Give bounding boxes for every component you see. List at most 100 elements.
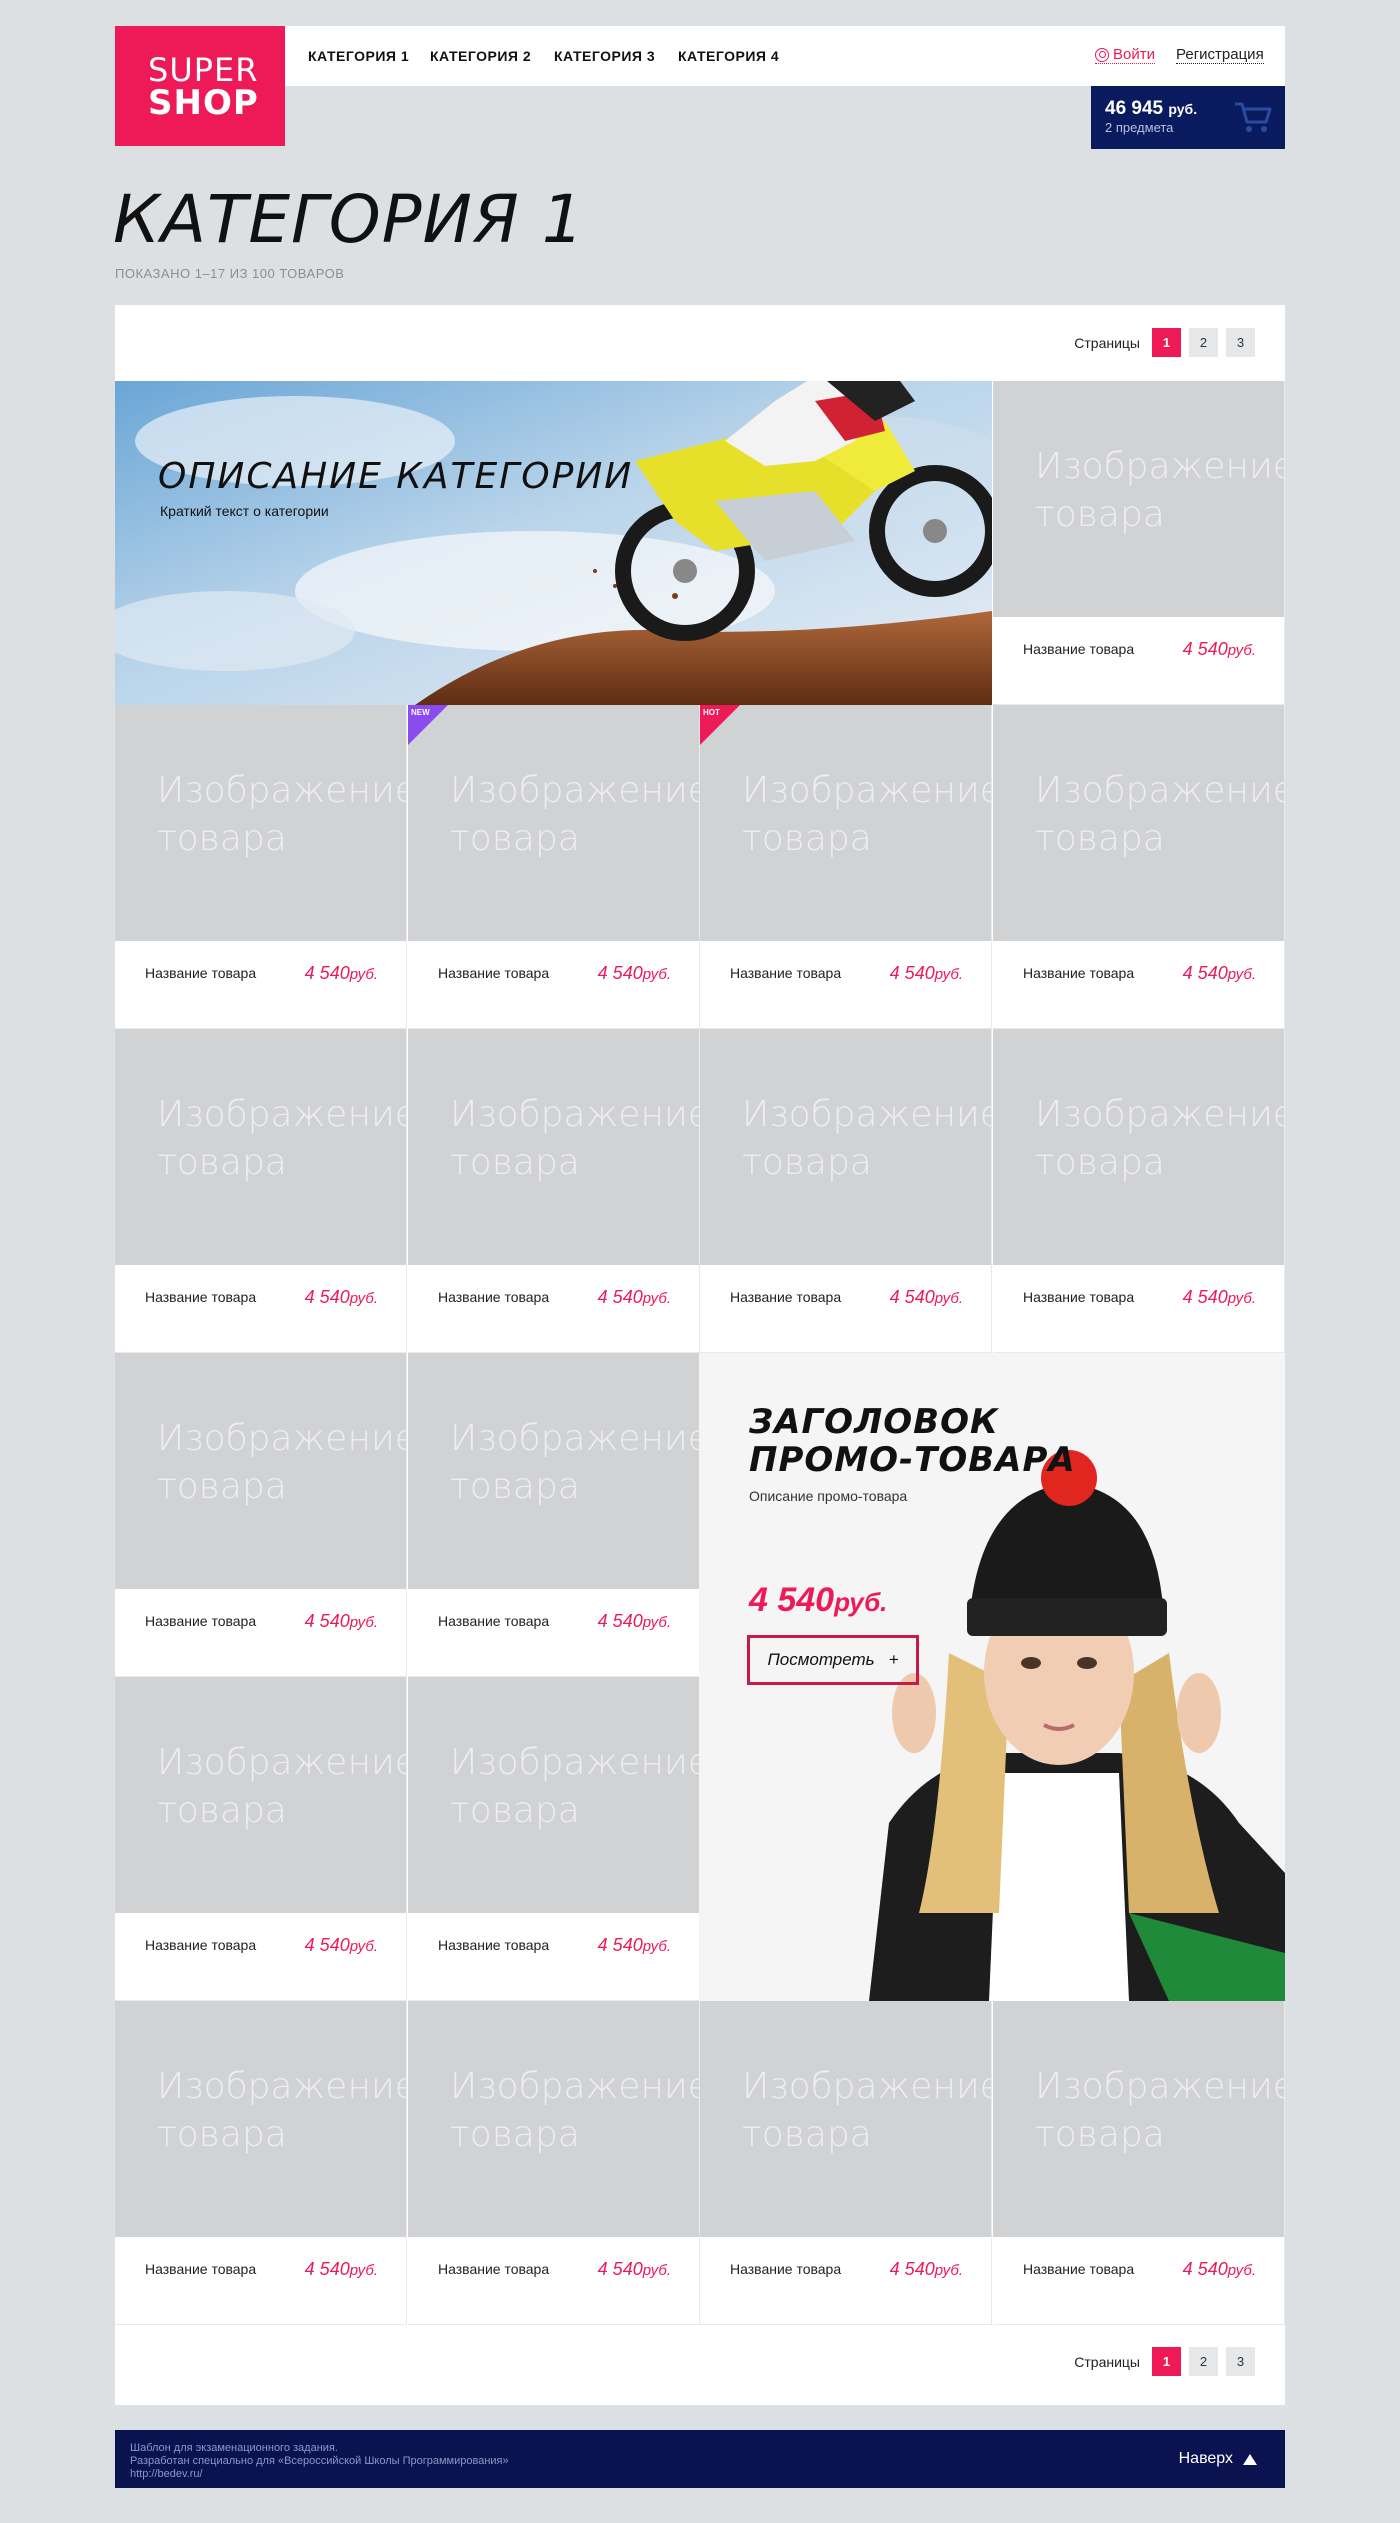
product-price: 4 540руб. (1182, 1287, 1256, 1307)
cart-total: 46 945 руб. (1105, 98, 1197, 120)
product-image-placeholder: Изображение товара (993, 705, 1284, 941)
hot-badge: HOT (700, 705, 740, 745)
cart-sum-value: 46 945 (1105, 98, 1164, 119)
product-image-placeholder: Изображение товара (408, 1029, 699, 1265)
cart-widget[interactable]: 46 945 руб. 2 предмета (1091, 86, 1285, 149)
product-name: Название товара (438, 2261, 550, 2277)
product-name: Название товара (145, 1937, 257, 1953)
product-price: 4 540руб. (304, 963, 378, 983)
product-card[interactable]: Изображение товара Название товара 4 540р… (115, 1029, 407, 1353)
product-price: 4 540руб. (889, 963, 963, 983)
category-banner[interactable]: ОПИСАНИЕ КАТЕГОРИИ Краткий текст о катег… (115, 381, 992, 705)
pagination-bottom: Страницы 1 2 3 (1074, 2347, 1255, 2376)
product-image-placeholder: Изображение товара (115, 2001, 406, 2237)
product-card[interactable]: Изображение товара NEW Название товара 4 … (408, 705, 700, 1029)
product-card[interactable]: Изображение товара Название товара 4 540р… (408, 1677, 700, 2001)
plus-icon: + (888, 1650, 899, 1669)
product-name: Название товара (1023, 2261, 1135, 2277)
footer-link[interactable]: http://bedev.ru/ (130, 2468, 509, 2481)
product-name: Название товара (1023, 641, 1135, 657)
product-image-placeholder: Изображение товара (115, 1029, 406, 1265)
footer-text: Шаблон для экзаменационного задания. Раз… (130, 2442, 509, 2481)
product-card[interactable]: Изображение товара HOT Название товара 4 … (700, 705, 992, 1029)
pagination-label: Страницы (1074, 334, 1140, 351)
page-3-button[interactable]: 3 (1226, 2347, 1255, 2376)
product-name: Название товара (438, 1289, 550, 1305)
product-card[interactable]: Изображение товара Название товара 4 540р… (993, 2001, 1285, 2325)
product-image-placeholder: Изображение товара (993, 1029, 1284, 1265)
product-card[interactable]: Изображение товара Название товара 4 540р… (115, 1353, 407, 1677)
product-name: Название товара (1023, 1289, 1135, 1305)
product-card[interactable]: Изображение товара Название товара 4 540р… (115, 705, 407, 1029)
product-card[interactable]: Изображение товара Название товара 4 540р… (408, 2001, 700, 2325)
product-name: Название товара (730, 965, 842, 981)
product-card[interactable]: Изображение товара Название товара 4 540р… (115, 1677, 407, 2001)
login-link[interactable]: Войти (1095, 46, 1155, 64)
product-price: 4 540руб. (889, 2259, 963, 2279)
product-card[interactable]: Изображение товара Название товара 4 540р… (700, 1029, 992, 1353)
product-card[interactable]: Изображение товара Название товара 4 540р… (408, 1353, 700, 1677)
view-promo-button[interactable]: Посмотреть + (747, 1635, 919, 1685)
new-badge: NEW (408, 705, 448, 745)
product-price: 4 540руб. (304, 1611, 378, 1631)
product-image-placeholder: Изображение товара (115, 705, 406, 941)
product-image-placeholder: Изображение товара (115, 1353, 406, 1589)
product-image-placeholder: Изображение товара (993, 2001, 1284, 2237)
product-name: Название товара (145, 1613, 257, 1629)
page-1-button[interactable]: 1 (1152, 328, 1181, 357)
product-card[interactable]: Изображение товара Название товара 4 540р… (115, 2001, 407, 2325)
product-price: 4 540руб. (889, 1287, 963, 1307)
product-image-placeholder: Изображение товара (700, 1029, 991, 1265)
product-image-placeholder: Изображение товара (115, 1677, 406, 1913)
product-card[interactable]: Изображение товара Название товара 4 540р… (408, 1029, 700, 1353)
pagination-label: Страницы (1074, 2353, 1140, 2370)
logo-line-2: SHOP (148, 83, 259, 123)
nav-category-4[interactable]: КАТЕГОРИЯ 4 (678, 48, 779, 64)
product-name: Название товара (438, 1937, 550, 1953)
login-label: Войти (1113, 46, 1155, 63)
product-name: Название товара (438, 1613, 550, 1629)
page-2-button[interactable]: 2 (1189, 2347, 1218, 2376)
product-card[interactable]: Изображение товара Название товара 4 540р… (993, 1029, 1285, 1353)
product-card[interactable]: Изображение товара Название товара 4 540р… (993, 381, 1285, 705)
page-2-button[interactable]: 2 (1189, 328, 1218, 357)
cart-item-count: 2 предмета (1105, 120, 1174, 135)
items-shown-count: ПОКАЗАНО 1–17 ИЗ 100 ТОВАРОВ (115, 266, 345, 281)
promo-block[interactable]: ЗАГОЛОВОК ПРОМО-ТОВАРА Описание промо-тов… (699, 1353, 1285, 2001)
pagination-top: Страницы 1 2 3 (1074, 328, 1255, 357)
banner-heading: ОПИСАНИЕ КАТЕГОРИИ (158, 456, 634, 497)
product-price: 4 540руб. (1182, 963, 1256, 983)
product-price: 4 540руб. (597, 1287, 671, 1307)
product-image-placeholder: Изображение товара (993, 381, 1284, 617)
product-name: Название товара (438, 965, 550, 981)
nav-category-1[interactable]: КАТЕГОРИЯ 1 (308, 48, 409, 64)
product-price: 4 540руб. (597, 963, 671, 983)
logo-line-1: SUPER (148, 51, 259, 89)
nav-category-3[interactable]: КАТЕГОРИЯ 3 (554, 48, 655, 64)
register-link[interactable]: Регистрация (1176, 46, 1264, 64)
page-1-button[interactable]: 1 (1152, 2347, 1181, 2376)
top-navigation-bar: КАТЕГОРИЯ 1 КАТЕГОРИЯ 2 КАТЕГОРИЯ 3 КАТЕ… (285, 26, 1285, 86)
footer-line-2: Разработан специально для «Всероссийской… (130, 2455, 509, 2467)
product-image-placeholder: Изображение товара (408, 705, 699, 941)
product-image-placeholder: Изображение товара (408, 2001, 699, 2237)
motocross-photo (115, 381, 992, 705)
product-image-placeholder: Изображение товара (408, 1677, 699, 1913)
product-name: Название товара (1023, 965, 1135, 981)
cart-currency: руб. (1168, 101, 1198, 117)
logo[interactable]: SUPER SHOP (115, 26, 285, 146)
product-name: Название товара (145, 2261, 257, 2277)
page-3-button[interactable]: 3 (1226, 328, 1255, 357)
banner-text: Краткий текст о категории (160, 503, 329, 519)
back-to-top-button[interactable]: Наверх (1179, 2450, 1257, 2468)
promo-price: 4 540руб. (749, 1581, 888, 1619)
back-to-top-label: Наверх (1178, 2450, 1233, 2467)
product-image-placeholder: Изображение товара (700, 2001, 991, 2237)
product-card[interactable]: Изображение товара Название товара 4 540р… (700, 2001, 992, 2325)
page-title: КАТЕГОРИЯ 1 (113, 181, 585, 258)
nav-category-2[interactable]: КАТЕГОРИЯ 2 (430, 48, 531, 64)
product-name: Название товара (145, 965, 257, 981)
product-price: 4 540руб. (304, 1287, 378, 1307)
product-card[interactable]: Изображение товара Название товара 4 540р… (993, 705, 1285, 1029)
product-price: 4 540руб. (1182, 639, 1256, 659)
